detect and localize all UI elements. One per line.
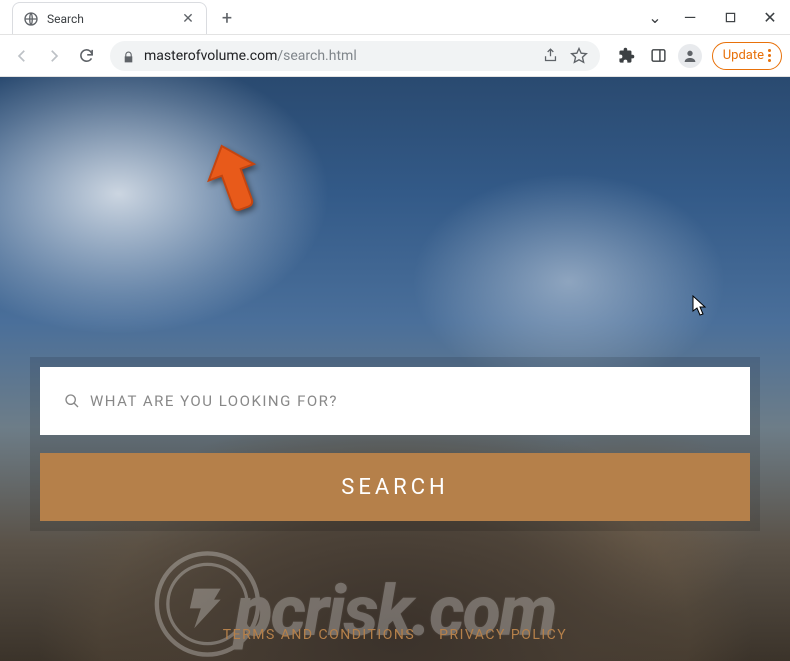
share-icon[interactable] (542, 47, 560, 65)
bookmark-star-icon[interactable] (570, 47, 588, 65)
address-bar[interactable]: masterofvolume.com/search.html (110, 41, 600, 71)
search-input-row (40, 367, 750, 435)
update-button[interactable]: Update (712, 42, 782, 70)
forward-button[interactable] (40, 42, 68, 70)
browser-tab[interactable]: Search ✕ (12, 2, 207, 34)
search-input[interactable] (90, 392, 726, 410)
browser-toolbar: masterofvolume.com/search.html Update (0, 35, 790, 77)
lock-icon (122, 49, 136, 63)
update-label: Update (723, 48, 764, 63)
url-text: masterofvolume.com/search.html (144, 48, 357, 64)
page-content: SEARCH pcrisk.com TERMS AND CONDITIONS P… (0, 77, 790, 661)
back-button[interactable] (8, 42, 36, 70)
minimize-button[interactable]: — (670, 3, 710, 33)
chevron-down-icon[interactable]: ⌄ (640, 3, 670, 33)
search-button-label: SEARCH (341, 475, 449, 500)
footer-links: TERMS AND CONDITIONS PRIVACY POLICY (0, 627, 790, 643)
privacy-link[interactable]: PRIVACY POLICY (439, 627, 567, 643)
window-titlebar: Search ✕ + ⌄ — ✕ (0, 0, 790, 35)
menu-dots-icon (768, 49, 771, 62)
profile-avatar[interactable] (678, 44, 702, 68)
maximize-button[interactable] (710, 3, 750, 33)
search-panel: SEARCH (30, 357, 760, 531)
reload-button[interactable] (72, 42, 100, 70)
globe-icon (23, 11, 39, 27)
new-tab-button[interactable]: + (213, 4, 241, 32)
window-controls: ⌄ — ✕ (640, 0, 790, 35)
tab-close-icon[interactable]: ✕ (180, 11, 196, 27)
close-window-button[interactable]: ✕ (750, 3, 790, 33)
terms-link[interactable]: TERMS AND CONDITIONS (223, 627, 415, 643)
tab-title: Search (47, 12, 172, 26)
search-icon (64, 393, 80, 409)
mouse-cursor-icon (692, 295, 708, 317)
annotation-arrow-icon (203, 142, 263, 212)
search-button[interactable]: SEARCH (40, 453, 750, 521)
extensions-icon[interactable] (614, 43, 640, 69)
side-panel-icon[interactable] (646, 43, 672, 69)
